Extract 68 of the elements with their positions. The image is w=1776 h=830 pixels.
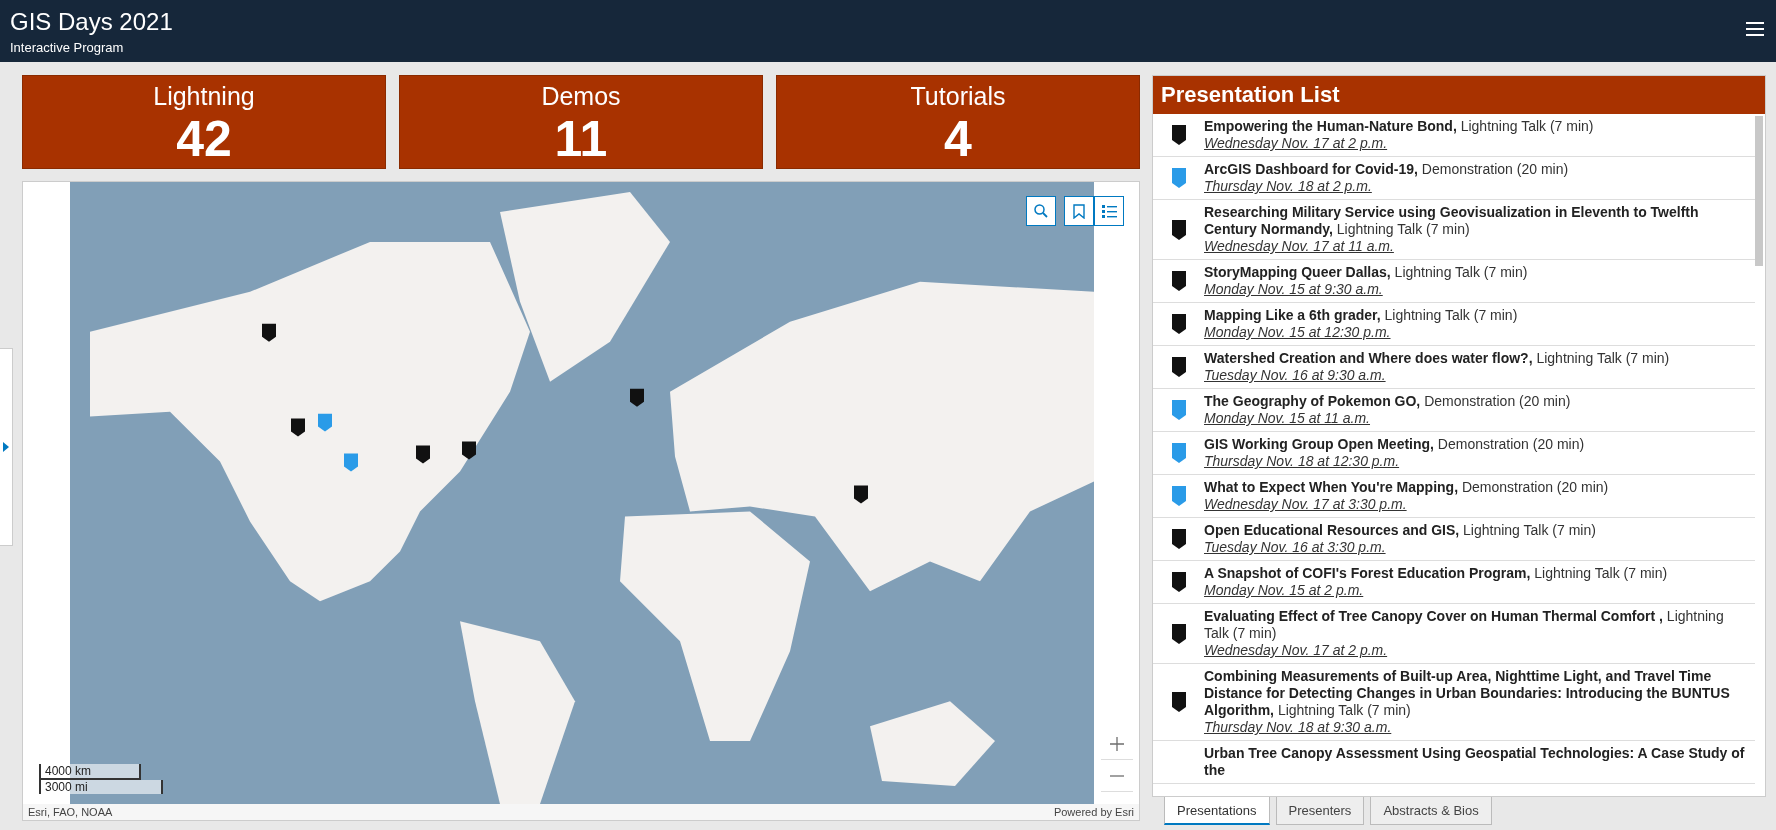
- tab[interactable]: Presenters: [1275, 797, 1365, 825]
- date-link[interactable]: Wednesday Nov. 17 at 2 p.m.: [1204, 642, 1745, 659]
- date-link[interactable]: Monday Nov. 15 at 9:30 a.m.: [1204, 281, 1528, 298]
- stat-label: Tutorials: [910, 81, 1006, 112]
- list-title: Presentation List: [1153, 76, 1765, 114]
- presentation-title: Urban Tree Canopy Assessment Using Geospatial Technologies: A Case Study of the: [1204, 745, 1745, 779]
- presentation-title: GIS Working Group Open Meeting, Demonstration (20 min): [1204, 436, 1585, 453]
- scrollbar[interactable]: [1755, 116, 1763, 266]
- bookmark-button[interactable]: [1064, 196, 1094, 226]
- list-icon: [1101, 203, 1117, 219]
- presentation-item[interactable]: StoryMapping Queer Dallas, Lightning Talk (7 min) Monday Nov. 15 at 9:30 a.m.: [1153, 260, 1755, 303]
- powered-by-text: Powered by Esri: [1053, 806, 1134, 818]
- presentation-item[interactable]: The Geography of Pokemon GO, Demonstration (20 min) Monday Nov. 15 at 11 a.m.: [1153, 389, 1755, 432]
- search-button[interactable]: [1026, 196, 1056, 226]
- presentation-item[interactable]: Researching Military Service using Geovisualization in Eleventh to Twelfth Century Normandy, Lightning Talk (7 min) Wednesday Nov. 17 at 11 a.m.: [1153, 200, 1755, 260]
- presentation-title: Open Educational Resources and GIS, Lightning Talk (7 min): [1204, 522, 1596, 539]
- presentation-item[interactable]: Evaluating Effect of Tree Canopy Cover on Human Thermal Comfort , Lightning Talk (7 min) Wednesday Nov. 17 at 2 p.m.: [1153, 604, 1755, 664]
- date-link[interactable]: Tuesday Nov. 16 at 3:30 p.m.: [1204, 539, 1596, 556]
- minus-icon: [1109, 774, 1124, 777]
- presentation-title: What to Expect When You're Mapping, Demonstration (20 min): [1204, 479, 1609, 496]
- caret-icon: [3, 442, 9, 452]
- date-link[interactable]: Thursday Nov. 18 at 12:30 p.m.: [1204, 453, 1585, 470]
- date-link[interactable]: Thursday Nov. 18 at 9:30 a.m.: [1204, 719, 1745, 736]
- presentation-title: ArcGIS Dashboard for Covid-19, Demonstration (20 min): [1204, 161, 1569, 178]
- date-link[interactable]: Monday Nov. 15 at 12:30 p.m.: [1204, 324, 1518, 341]
- presentation-item[interactable]: ArcGIS Dashboard for Covid-19, Demonstration (20 min) Thursday Nov. 18 at 2 p.m.: [1153, 157, 1755, 200]
- presentation-title: Combining Measurements of Built-up Area, Nighttime Light, and Travel Time Distance for Detecting Changes in Urban Boundaries: Introducing the BUNTUS Algorithm, Lightning Talk (7 min): [1204, 668, 1731, 719]
- presentation-title: Evaluating Effect of Tree Canopy Cover on Human Thermal Comfort , Lightning Talk (7 min): [1204, 608, 1725, 642]
- date-link[interactable]: Tuesday Nov. 16 at 9:30 a.m.: [1204, 367, 1670, 384]
- bookmark-icon: [1073, 203, 1085, 219]
- presentation-title: The Geography of Pokemon GO, Demonstration (20 min): [1204, 393, 1571, 410]
- stat-label: Lightning: [153, 81, 255, 112]
- date-link[interactable]: Wednesday Nov. 17 at 11 a.m.: [1204, 238, 1745, 255]
- presentation-item[interactable]: Urban Tree Canopy Assessment Using Geospatial Technologies: A Case Study of the: [1153, 741, 1755, 784]
- tab[interactable]: Presentations: [1164, 797, 1270, 825]
- presentation-title: Mapping Like a 6th grader, Lightning Talk (7 min): [1204, 307, 1518, 324]
- search-icon: [1034, 204, 1048, 218]
- presentation-item[interactable]: Empowering the Human-Nature Bond, Lightning Talk (7 min) Wednesday Nov. 17 at 2 p.m.: [1153, 114, 1755, 157]
- date-link[interactable]: Thursday Nov. 18 at 2 p.m.: [1204, 178, 1569, 195]
- presentation-item[interactable]: A Snapshot of COFI's Forest Education Program, Lightning Talk (7 min) Monday Nov. 15 at 2 p.m.: [1153, 561, 1755, 604]
- presentation-item[interactable]: Mapping Like a 6th grader, Lightning Talk (7 min) Monday Nov. 15 at 12:30 p.m.: [1153, 303, 1755, 346]
- tab[interactable]: Abstracts & Bios: [1370, 797, 1492, 825]
- scale-label: 4000 km: [39, 764, 141, 780]
- presentation-title: Watershed Creation and Where does water flow?, Lightning Talk (7 min): [1204, 350, 1670, 367]
- stat-value: 42: [176, 112, 232, 166]
- plus-icon: [1108, 735, 1125, 752]
- presentation-title: A Snapshot of COFI's Forest Education Program, Lightning Talk (7 min): [1204, 565, 1668, 582]
- date-link[interactable]: Wednesday Nov. 17 at 3:30 p.m.: [1204, 496, 1609, 513]
- scale-label: 3000 mi: [39, 780, 163, 794]
- date-link[interactable]: Monday Nov. 15 at 2 p.m.: [1204, 582, 1668, 599]
- presentation-title: Empowering the Human-Nature Bond, Lightning Talk (7 min): [1204, 118, 1594, 135]
- list-button[interactable]: [1094, 196, 1124, 226]
- app-title: GIS Days 2021: [10, 7, 173, 36]
- stat-label: Demos: [541, 81, 621, 112]
- presentation-title: StoryMapping Queer Dallas, Lightning Talk (7 min): [1204, 264, 1528, 281]
- presentation-item[interactable]: GIS Working Group Open Meeting, Demonstration (20 min) Thursday Nov. 18 at 12:30 p.m.: [1153, 432, 1755, 475]
- stat-value: 11: [554, 112, 608, 166]
- menu-icon[interactable]: [1746, 22, 1764, 36]
- presentation-title: Researching Military Service using Geovisualization in Eleventh to Twelfth Century Normandy, Lightning Talk (7 min): [1204, 204, 1700, 238]
- date-link[interactable]: Monday Nov. 15 at 11 a.m.: [1204, 410, 1571, 427]
- presentation-item[interactable]: Watershed Creation and Where does water flow?, Lightning Talk (7 min) Tuesday Nov. 16 at 9:30 a.m.: [1153, 346, 1755, 389]
- presentation-item[interactable]: Open Educational Resources and GIS, Lightning Talk (7 min) Tuesday Nov. 16 at 3:30 p.m.: [1153, 518, 1755, 561]
- date-link[interactable]: Wednesday Nov. 17 at 2 p.m.: [1204, 135, 1594, 152]
- side-panel-toggle[interactable]: [0, 348, 13, 546]
- app-subtitle: Interactive Program: [10, 39, 125, 55]
- map-attribution: Esri, FAO, NOAA: [28, 806, 113, 818]
- stat-value: 4: [944, 112, 972, 166]
- presentation-item[interactable]: What to Expect When You're Mapping, Demonstration (20 min) Wednesday Nov. 17 at 3:30 p.m.: [1153, 475, 1755, 518]
